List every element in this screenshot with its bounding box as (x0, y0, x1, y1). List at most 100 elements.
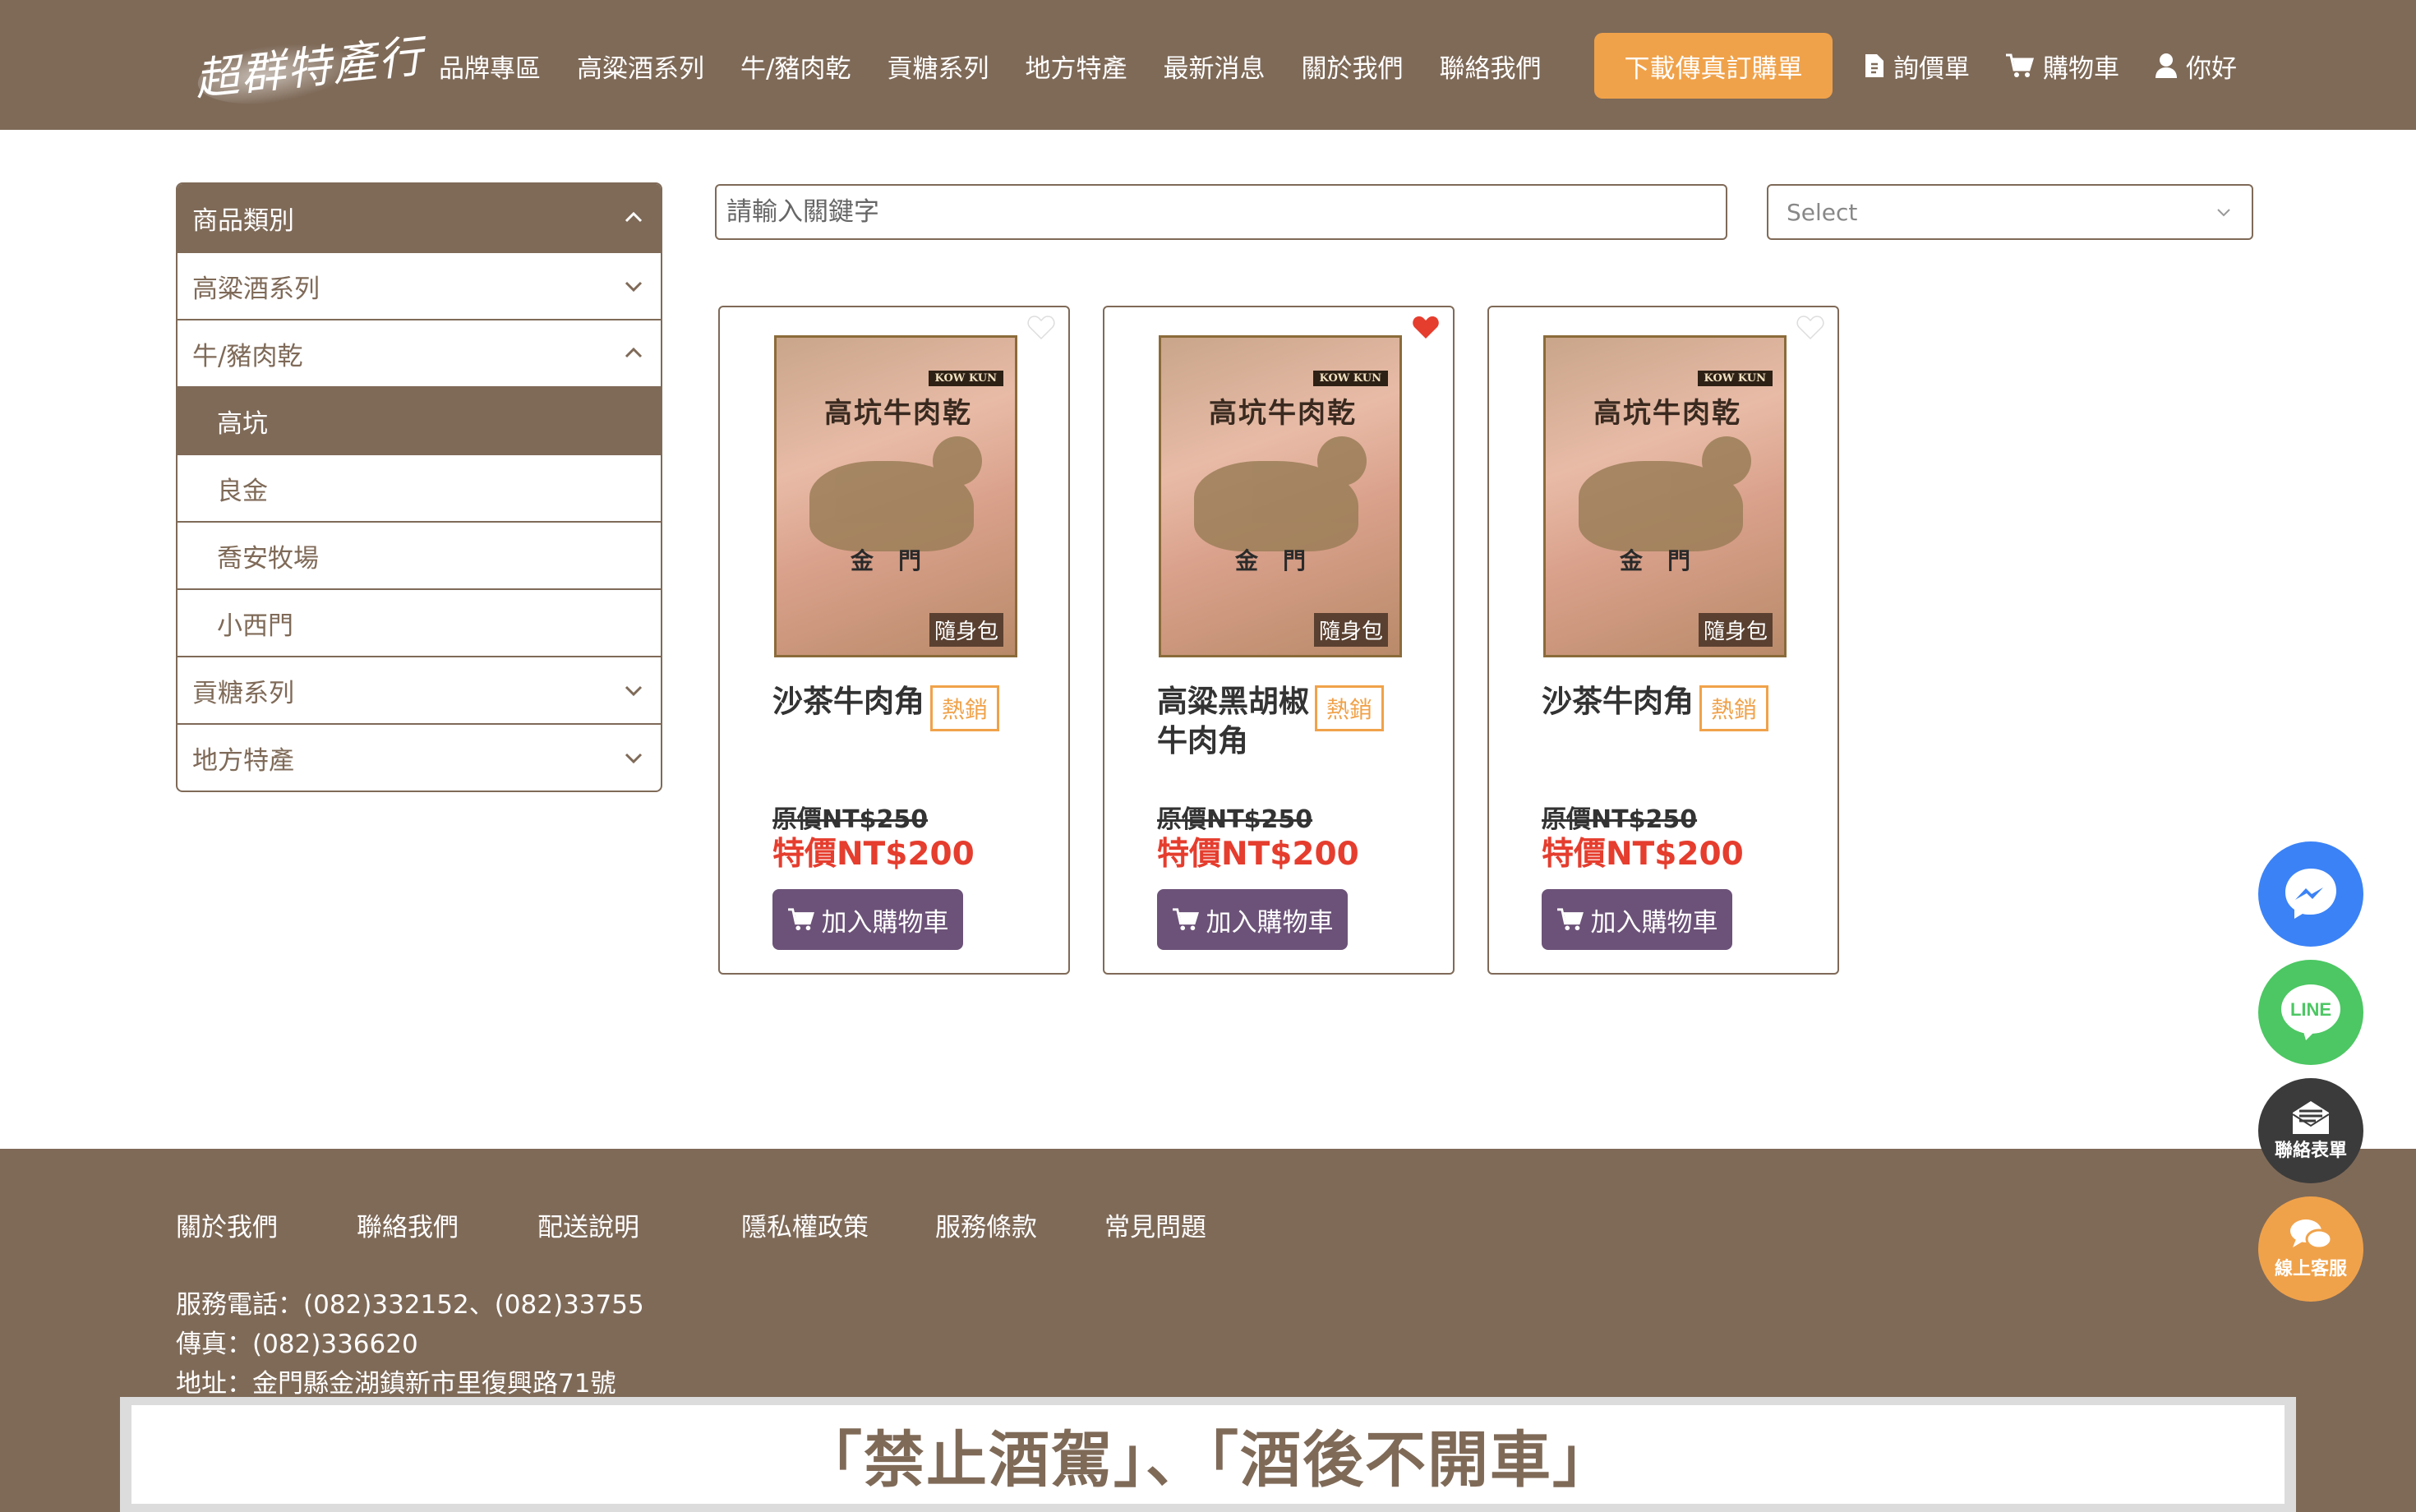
cart-icon (787, 908, 814, 931)
favorite-heart-icon[interactable] (1796, 314, 1824, 340)
chevron-down-icon (625, 685, 643, 697)
messenger-icon (2285, 869, 2336, 919)
sale-price: 特價NT$200 (772, 836, 975, 873)
nav-jerky[interactable]: 牛/豬肉乾 (740, 48, 851, 85)
product-image-brand-tag: KOW KUN (1312, 371, 1388, 386)
nav-brand-zone[interactable]: 品牌專區 (439, 48, 541, 85)
footer-link-faq[interactable]: 常見問題 (1104, 1206, 1206, 1243)
online-service-label: 線上客服 (2274, 1259, 2347, 1279)
footer-link-shipping[interactable]: 配送說明 (537, 1206, 639, 1243)
user-menu[interactable]: 你好 (2155, 33, 2237, 99)
product-card[interactable]: KOW KUN 高坑牛肉乾 金門 隨身包 沙茶牛肉角 熱銷 原價NT$250 特… (718, 306, 1070, 975)
online-service-button[interactable]: 線上客服 (2258, 1196, 2363, 1302)
product-image-brand-tag: KOW KUN (1697, 371, 1773, 386)
product-image-cow (1579, 436, 1751, 551)
product-image-title: 高坑牛肉乾 (1593, 397, 1741, 430)
add-to-cart-label: 加入購物車 (821, 907, 949, 938)
add-to-cart-button[interactable]: 加入購物車 (1157, 889, 1348, 950)
nav-news[interactable]: 最新消息 (1163, 48, 1265, 85)
line-button[interactable]: LINE (2258, 960, 2363, 1065)
nav-peanut-candy[interactable]: 貢糖系列 (887, 48, 989, 85)
product-image[interactable]: KOW KUN 高坑牛肉乾 金門 隨身包 (1159, 335, 1402, 657)
chevron-up-icon (625, 211, 643, 223)
sidebar-subitem-label: 高坑 (217, 408, 268, 439)
sidebar-item-label: 地方特產 (192, 745, 294, 776)
product-image-pack: 隨身包 (929, 613, 1003, 647)
contact-form-button[interactable]: 聯絡表單 (2258, 1078, 2363, 1183)
product-name[interactable]: 沙茶牛肉角 (1542, 682, 1698, 721)
add-to-cart-button[interactable]: 加入購物車 (1542, 889, 1732, 950)
product-card[interactable]: KOW KUN 高坑牛肉乾 金門 隨身包 沙茶牛肉角 熱銷 原價NT$250 特… (1487, 306, 1839, 975)
product-card[interactable]: KOW KUN 高坑牛肉乾 金門 隨身包 高粱黑胡椒牛肉角 熱銷 原價NT$25… (1103, 306, 1455, 975)
product-image[interactable]: KOW KUN 高坑牛肉乾 金門 隨身包 (774, 335, 1017, 657)
sidebar-item-jerky[interactable]: 牛/豬肉乾 (178, 319, 661, 386)
site-header: 超群特產行 品牌專區 高粱酒系列 牛/豬肉乾 貢糖系列 地方特產 最新消息 關於… (0, 0, 2416, 130)
hot-badge: 熱銷 (1315, 685, 1384, 731)
product-image-region: 金門 (1234, 547, 1330, 574)
sidebar-item-label: 牛/豬肉乾 (192, 341, 303, 371)
footer-link-contact[interactable]: 聯絡我們 (357, 1206, 459, 1243)
sort-select-value: Select (1787, 198, 1858, 226)
hot-badge: 熱銷 (930, 685, 999, 731)
product-image-cow (1194, 436, 1367, 551)
download-fax-order-button[interactable]: 下載傳真訂購單 (1594, 33, 1833, 99)
nav-kaoliang[interactable]: 高粱酒系列 (577, 48, 704, 85)
main-nav: 品牌專區 高粱酒系列 牛/豬肉乾 貢糖系列 地方特產 最新消息 關於我們 聯絡我… (439, 33, 1577, 99)
logo-text: 超群特產行 (191, 30, 427, 106)
drink-drive-warning-banner: 「禁止酒駕」、「酒後不開車」 (120, 1397, 2296, 1512)
category-header[interactable]: 商品類別 (178, 184, 661, 251)
sidebar-subitem-label: 喬安牧場 (217, 543, 319, 574)
sale-price: 特價NT$200 (1157, 836, 1359, 873)
site-logo[interactable]: 超群特產行 (189, 20, 426, 113)
nav-contact[interactable]: 聯絡我們 (1439, 48, 1541, 85)
cart-icon (1172, 908, 1199, 931)
footer-link-terms[interactable]: 服務條款 (935, 1206, 1037, 1243)
chevron-up-icon (625, 347, 643, 358)
line-label: LINE (2290, 999, 2331, 1020)
product-image[interactable]: KOW KUN 高坑牛肉乾 金門 隨身包 (1543, 335, 1787, 657)
sale-price: 特價NT$200 (1542, 836, 1744, 873)
footer-link-privacy[interactable]: 隱私權政策 (741, 1206, 869, 1243)
sort-select[interactable]: Select (1767, 184, 2253, 240)
messenger-button[interactable] (2258, 841, 2363, 947)
cart-label: 購物車 (2043, 53, 2119, 84)
product-image-pack: 隨身包 (1313, 613, 1388, 647)
sidebar-subitem-label: 良金 (217, 476, 268, 506)
cart-link[interactable]: 購物車 (2005, 33, 2119, 99)
sidebar-item-peanut-candy[interactable]: 貢糖系列 (178, 656, 661, 723)
product-image-brand-tag: KOW KUN (928, 371, 1003, 386)
chat-bubbles-icon (2290, 1219, 2333, 1250)
sidebar-item-local-specialties[interactable]: 地方特產 (178, 723, 661, 791)
user-greeting: 你好 (2186, 53, 2237, 84)
drink-drive-warning-text: 「禁止酒駕」、「酒後不開車」 (131, 1405, 2285, 1504)
nav-about[interactable]: 關於我們 (1301, 48, 1403, 85)
user-icon (2155, 53, 2177, 78)
product-name[interactable]: 高粱黑胡椒牛肉角 (1157, 682, 1313, 761)
sidebar-subitem-liangjin[interactable]: 良金 (178, 454, 661, 521)
cart-icon (2006, 53, 2035, 77)
nav-local-specialties[interactable]: 地方特產 (1025, 48, 1127, 85)
product-name[interactable]: 沙茶牛肉角 (772, 682, 929, 721)
add-to-cart-label: 加入購物車 (1206, 907, 1334, 938)
add-to-cart-label: 加入購物車 (1590, 907, 1718, 938)
sidebar-subitem-joan-ranch[interactable]: 喬安牧場 (178, 521, 661, 588)
favorite-heart-icon[interactable] (1027, 314, 1055, 340)
document-icon (1865, 54, 1883, 77)
quote-label: 詢價單 (1893, 53, 1970, 84)
product-image-pack: 隨身包 (1698, 613, 1773, 647)
footer-link-about[interactable]: 關於我們 (176, 1206, 278, 1243)
add-to-cart-button[interactable]: 加入購物車 (772, 889, 963, 950)
sidebar-subitem-xiaoximen[interactable]: 小西門 (178, 588, 661, 656)
product-image-region: 金門 (850, 547, 946, 574)
mail-icon (2292, 1101, 2330, 1134)
sidebar-item-kaoliang[interactable]: 高粱酒系列 (178, 251, 661, 319)
hot-badge: 熱銷 (1699, 685, 1768, 731)
favorite-heart-icon[interactable] (1412, 314, 1440, 340)
sidebar-subitem-kaokeng[interactable]: 高坑 (178, 386, 661, 454)
chevron-down-icon (625, 281, 643, 293)
footer-phone: 服務電話：(082)332152、(082)33755 (176, 1290, 644, 1320)
cart-icon (1556, 908, 1584, 931)
chevron-down-icon (2217, 209, 2230, 217)
quote-link[interactable]: 詢價單 (1864, 33, 1970, 99)
search-input[interactable] (715, 184, 1727, 240)
